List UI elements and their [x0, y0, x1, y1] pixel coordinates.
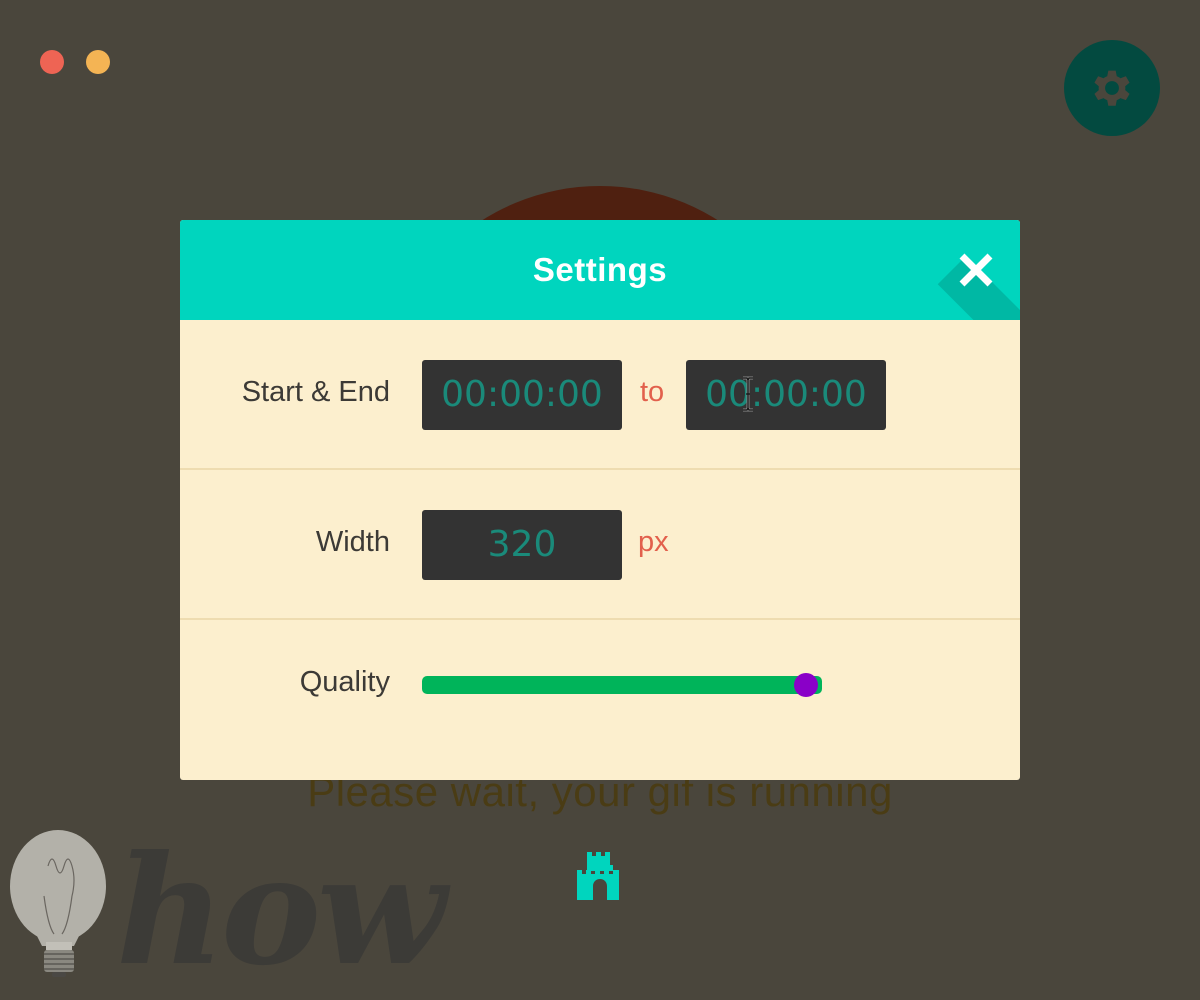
width-input[interactable] [422, 510, 622, 580]
castle-icon [577, 852, 619, 900]
end-time-input[interactable] [686, 360, 886, 430]
watermark-logo: how [8, 826, 446, 996]
to-separator: to [640, 376, 665, 408]
app-window: Please wait, your gif is running how Set… [0, 0, 1200, 1000]
start-time-input[interactable] [422, 360, 622, 430]
settings-dialog: Settings Start & End to Width px Quality [180, 220, 1020, 780]
quality-slider[interactable] [422, 673, 822, 697]
gear-icon [1094, 70, 1130, 106]
quality-row: Quality [180, 620, 1020, 770]
dialog-header: Settings [180, 220, 1020, 320]
window-close-button[interactable] [40, 50, 64, 74]
width-label: Width [315, 526, 390, 558]
settings-button[interactable] [1064, 40, 1160, 136]
width-unit: px [638, 526, 669, 558]
close-button[interactable] [956, 250, 996, 290]
lightbulb-icon [10, 830, 106, 977]
quality-slider-thumb[interactable] [794, 673, 818, 697]
window-minimize-button[interactable] [86, 50, 110, 74]
start-end-row: Start & End to [180, 320, 1020, 470]
watermark-text: how [116, 823, 446, 999]
width-row: Width px [180, 470, 1020, 620]
start-end-label: Start & End [241, 376, 390, 408]
close-icon [959, 253, 993, 287]
quality-slider-track[interactable] [422, 676, 822, 694]
quality-label: Quality [299, 666, 390, 698]
dialog-title: Settings [532, 251, 668, 288]
